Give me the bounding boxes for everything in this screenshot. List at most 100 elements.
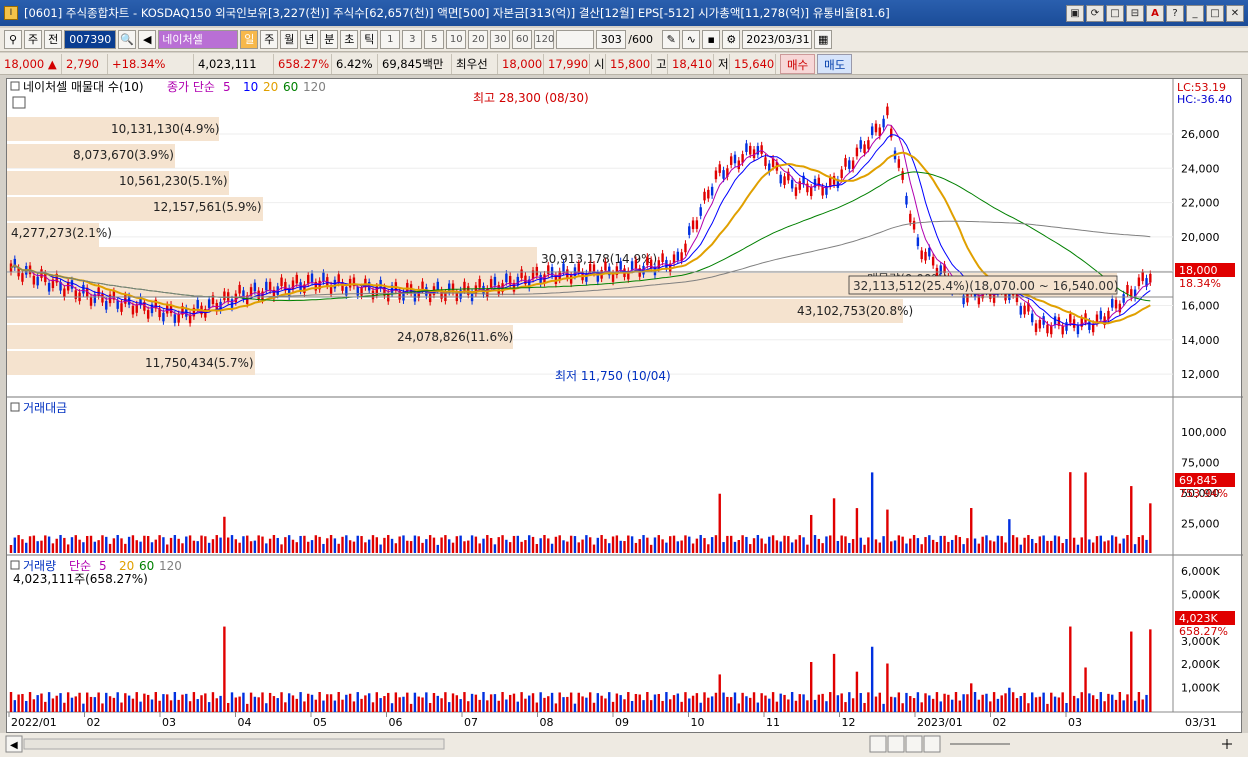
period-minute[interactable]: 분 <box>320 30 339 49</box>
amount-bar <box>547 538 550 553</box>
amount-bar <box>505 539 508 553</box>
interval-5[interactable]: 5 <box>424 30 445 49</box>
period-week[interactable]: 주 <box>260 30 279 49</box>
volume: 4,023,111 <box>194 53 274 74</box>
prev-button[interactable]: 전 <box>44 30 63 49</box>
volume-bar <box>436 695 439 712</box>
amount-bar <box>280 544 283 553</box>
volume-bar <box>825 701 828 712</box>
scroll-controls[interactable]: ◀ <box>0 733 1248 757</box>
settings-icon[interactable]: ⚙ <box>722 30 741 49</box>
chart-area[interactable]: 26,000 24,000 22,000 20,000 18,000 16,000 14,0… <box>6 78 1243 734</box>
amount-tick: 25,000 <box>1181 518 1220 531</box>
amount-bar <box>581 539 584 553</box>
volume-bar <box>1072 695 1076 712</box>
font-icon[interactable]: A <box>1146 4 1164 22</box>
help-icon[interactable]: ? <box>1166 4 1184 22</box>
candle <box>1114 299 1118 309</box>
interval-3[interactable]: 3 <box>402 30 423 49</box>
volume-bar <box>322 700 325 712</box>
period-tick[interactable]: 틱 <box>360 30 379 49</box>
market-type-select[interactable]: 주 <box>24 30 43 49</box>
volume-bar <box>59 693 62 712</box>
maximize-button[interactable]: □ <box>1206 4 1224 22</box>
volume-bar <box>802 694 805 712</box>
amount-bar <box>1031 538 1034 553</box>
volume-bar <box>185 693 188 712</box>
volume-bar <box>135 692 138 712</box>
volume-bar <box>737 703 740 712</box>
link-icon[interactable]: ▣ <box>1066 4 1084 22</box>
amount-bar <box>901 536 904 553</box>
indicator-icon[interactable]: ∿ <box>682 30 701 49</box>
amount-bar <box>97 540 100 553</box>
volume-bar <box>973 692 977 712</box>
interval-120[interactable]: 120 <box>534 30 554 49</box>
stock-chart-svg[interactable]: 26,000 24,000 22,000 20,000 18,000 16,000 14,0… <box>7 79 1243 734</box>
candle <box>790 179 794 189</box>
sell-button[interactable]: 매도 <box>817 53 853 74</box>
tile-icon[interactable]: ⊟ <box>1126 4 1144 22</box>
candle <box>848 160 851 169</box>
amount-bar <box>249 541 253 553</box>
volume-bar <box>722 692 725 712</box>
interval-60[interactable]: 60 <box>512 30 533 49</box>
speaker-icon[interactable]: ◀ <box>138 30 157 49</box>
volume-bar <box>1004 693 1007 712</box>
amount-bar <box>588 537 592 553</box>
amount-bar <box>966 538 969 553</box>
amount-bar <box>181 543 184 553</box>
amount-bar <box>124 543 127 553</box>
stock-name-display[interactable]: 네이처셀 <box>158 30 239 49</box>
chart-tool-icon[interactable]: ✎ <box>662 30 681 49</box>
candle <box>1088 321 1091 330</box>
count-input[interactable]: 303 <box>596 30 627 49</box>
amount-bar <box>832 498 836 553</box>
buy-button[interactable]: 매수 <box>780 53 816 74</box>
period-year[interactable]: 년 <box>300 30 319 49</box>
period-day[interactable]: 일 <box>240 30 259 49</box>
interval-20[interactable]: 20 <box>468 30 489 49</box>
candle <box>207 299 211 308</box>
volume-bar <box>101 703 104 712</box>
candle <box>307 274 310 284</box>
amount-bar <box>1072 537 1076 553</box>
interval-30[interactable]: 30 <box>490 30 511 49</box>
search-icon[interactable]: 🔍 <box>118 30 137 49</box>
volume-bar <box>303 701 306 712</box>
volume-bar <box>985 693 988 712</box>
candle <box>1019 306 1022 315</box>
pin-icon[interactable]: ⚲ <box>4 30 22 49</box>
volume-bar <box>409 703 413 712</box>
volume-bar <box>150 699 154 712</box>
refresh-icon[interactable]: ⟳ <box>1086 4 1104 22</box>
interval-1[interactable]: 1 <box>380 30 401 49</box>
volume-profile-label: 12,157,561(5.9%) <box>153 200 262 214</box>
amount-bar <box>543 535 546 553</box>
open-price: 15,800 <box>606 53 652 74</box>
date-input[interactable]: 2023/03/31 <box>742 30 813 49</box>
amount-bar <box>950 539 954 553</box>
interval-custom-input[interactable] <box>556 30 595 49</box>
restore-icon[interactable]: □ <box>1106 4 1124 22</box>
volume-bar <box>1099 692 1102 712</box>
minimize-button[interactable]: _ <box>1186 4 1204 22</box>
interval-10[interactable]: 10 <box>446 30 467 49</box>
x-label: 08 <box>540 716 554 729</box>
bottom-scrollbar[interactable]: ◀ <box>0 733 1248 757</box>
volume-bar <box>928 695 931 712</box>
volume-bar <box>691 695 695 712</box>
calendar-icon[interactable]: ▦ <box>814 30 833 49</box>
volume-ma-period: 60 <box>139 559 154 573</box>
amount-bar <box>1050 540 1053 553</box>
candle <box>101 293 104 303</box>
close-button[interactable]: ✕ <box>1226 4 1244 22</box>
volume-bar <box>345 694 348 712</box>
period-month[interactable]: 월 <box>280 30 299 49</box>
volume-bar <box>162 694 165 712</box>
period-second[interactable]: 초 <box>340 30 359 49</box>
stock-code-input[interactable]: 007390 <box>64 30 117 49</box>
amount-bar <box>329 535 333 553</box>
save-icon[interactable]: ▪ <box>702 30 721 49</box>
volume-bar <box>684 692 687 712</box>
